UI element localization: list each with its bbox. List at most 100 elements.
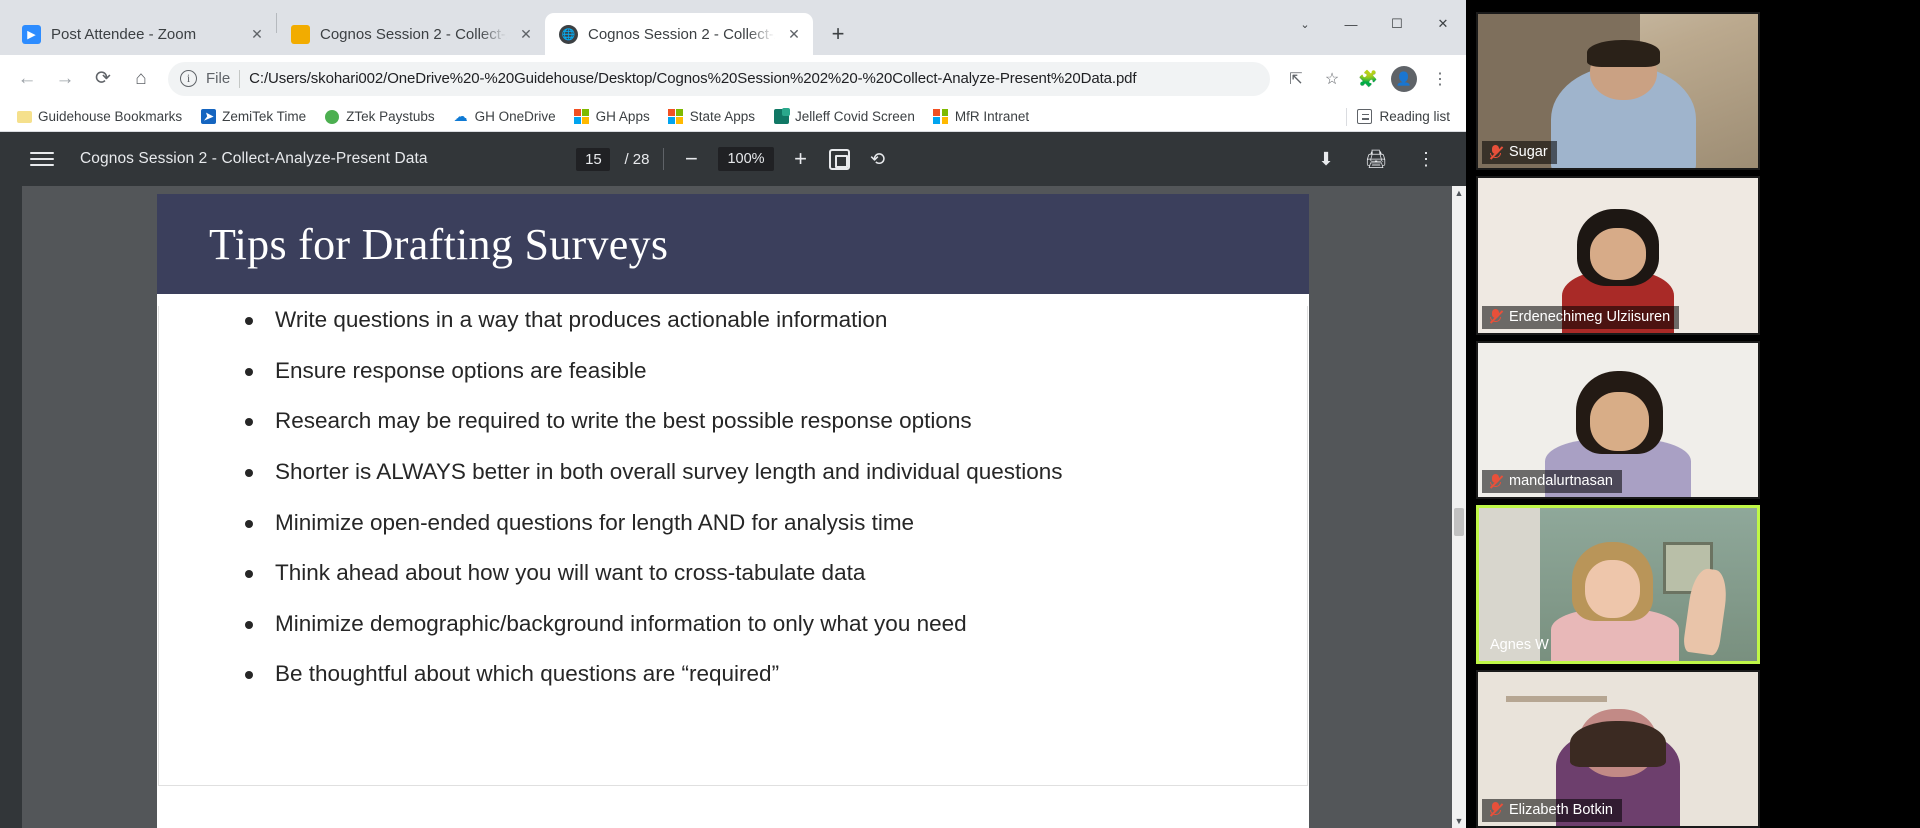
pdf-document-title: Cognos Session 2 - Collect-Analyze-Prese… (80, 150, 428, 167)
participant-tile-erdenechimeg-ulziisuren[interactable]: Erdenechimeg Ulziisuren (1476, 176, 1760, 335)
bookmark-jelleff-covid-screen[interactable]: Jelleff Covid Screen (765, 106, 923, 128)
bookmark-mfr-intranet[interactable]: MfR Intranet (925, 106, 1037, 128)
list-item: Ensure response options are feasible (211, 357, 1307, 385)
pdf-toolbar: Cognos Session 2 - Collect-Analyze-Prese… (0, 132, 1466, 186)
bookmark-zemitek-time[interactable]: ➤ ZemiTek Time (192, 106, 314, 128)
muted-microphone-icon (1489, 144, 1504, 160)
bullet-icon (245, 367, 253, 376)
zoom-out-button[interactable]: − (678, 146, 704, 172)
bookmark-label: MfR Intranet (954, 109, 1030, 124)
tab-title: Post Attendee - Zoom (51, 25, 197, 43)
page-title: Tips for Drafting Surveys (209, 219, 669, 269)
participant-name: Sugar (1509, 144, 1548, 161)
bookmark-gh-onedrive[interactable]: ☁ GH OneDrive (445, 106, 564, 128)
list-item: Be thoughtful about which questions are … (211, 660, 1307, 688)
bullet-icon (245, 468, 253, 477)
onedrive-cloud-icon: ☁ (453, 108, 468, 124)
pdf-scrollbar[interactable]: ▲ ▼ (1452, 186, 1466, 828)
participant-tile-elizabeth-botkin[interactable]: Elizabeth Botkin (1476, 669, 1760, 828)
bookmark-ztek-paystubs[interactable]: ZTek Paystubs (316, 106, 443, 128)
tab-cognos-session-2-active[interactable]: 🌐 Cognos Session 2 - Collect-Analy ✕ (545, 13, 813, 55)
muted-microphone-icon (1489, 309, 1504, 324)
zoom-in-button[interactable]: + (788, 146, 814, 172)
participant-name: Elizabeth Botkin (1509, 801, 1613, 818)
rotate-icon[interactable]: ⟲ (866, 147, 890, 171)
scroll-up-icon[interactable]: ▲ (1452, 186, 1466, 200)
participant-tile-mandalurtnasan[interactable]: mandalurtnasan (1476, 340, 1760, 500)
tab-post-attendee-zoom[interactable]: ▶ Post Attendee - Zoom ✕ (8, 13, 276, 55)
folder-icon (16, 109, 32, 125)
zoom-level-display[interactable]: 100% (718, 147, 774, 171)
microsoft-grid-icon (933, 109, 949, 125)
ztek-icon (324, 109, 340, 125)
close-icon[interactable]: ✕ (517, 25, 535, 43)
close-icon[interactable]: ✕ (785, 25, 803, 43)
puzzle-icon[interactable]: 🧩 (1352, 63, 1384, 95)
bookmark-label: State Apps (689, 109, 756, 124)
bullet-icon (245, 519, 253, 528)
participant-tile-agnes-w[interactable]: Agnes W (1476, 505, 1760, 664)
bullet-text: Write questions in a way that produces a… (275, 307, 888, 332)
close-window-button[interactable]: ✕ (1420, 4, 1466, 44)
profile-avatar-icon[interactable]: 👤 (1388, 63, 1420, 95)
bookmark-gh-apps[interactable]: GH Apps (566, 106, 658, 128)
bookmark-guidehouse-bookmarks[interactable]: Guidehouse Bookmarks (8, 106, 190, 128)
zemitek-icon: ➤ (200, 109, 216, 125)
reading-list-label: Reading list (1379, 109, 1450, 124)
minimize-button[interactable]: — (1328, 4, 1374, 44)
maximize-button[interactable]: ☐ (1374, 4, 1420, 44)
url-text: C:/Users/skohari002/OneDrive%20-%20Guide… (249, 70, 1137, 87)
share-icon[interactable]: ⇱ (1280, 63, 1312, 95)
address-bar-row: ← → ⟳ ⌂ i File C:/Users/skohari002/OneDr… (0, 55, 1466, 102)
scroll-down-icon[interactable]: ▼ (1452, 814, 1466, 828)
reload-icon[interactable]: ⟳ (86, 62, 120, 96)
hamburger-menu-icon[interactable] (30, 152, 54, 166)
bullet-text: Minimize demographic/background informat… (275, 610, 967, 636)
star-icon[interactable]: ☆ (1316, 63, 1348, 95)
participant-tile-sugar[interactable]: Sugar (1476, 12, 1760, 171)
zoom-participants-panel: Sugar Erdenechimeg Ulziisuren mandalurtn… (1466, 0, 1920, 828)
fit-to-page-icon[interactable] (828, 147, 852, 171)
participant-name-badge: Erdenechimeg Ulziisuren (1482, 305, 1680, 329)
muted-microphone-icon (1489, 802, 1504, 818)
bullet-icon (245, 317, 253, 325)
participant-name: Agnes W (1490, 636, 1549, 653)
page-total-label: / 28 (624, 150, 650, 168)
close-icon[interactable]: ✕ (248, 25, 266, 43)
pdf-icon (291, 24, 310, 44)
bookmark-label: Jelleff Covid Screen (795, 109, 915, 124)
reading-list-button[interactable]: Reading list (1357, 109, 1458, 124)
tab-cognos-session-2-pdf[interactable]: Cognos Session 2 - Collect-Analy ✕ (277, 13, 545, 55)
participant-name-badge: mandalurtnasan (1482, 470, 1622, 494)
download-icon[interactable]: ⬇ (1314, 147, 1338, 171)
bookmarks-divider (1346, 107, 1348, 126)
bullet-text: Minimize open-ended questions for length… (275, 509, 915, 535)
new-tab-button[interactable]: + (821, 17, 855, 51)
pdf-toolbar-right: ⬇ 🖨 ⋮ (1314, 147, 1452, 171)
site-info-icon[interactable]: i (180, 70, 197, 87)
microsoft-grid-icon (574, 109, 590, 125)
address-input[interactable]: i File C:/Users/skohari002/OneDrive%20-%… (168, 61, 1270, 96)
back-icon[interactable]: ← (10, 62, 44, 96)
page-number-input[interactable]: 15 (576, 147, 611, 171)
slide-title-band: Tips for Drafting Surveys (157, 194, 1309, 294)
bookmark-label: ZemiTek Time (222, 109, 307, 124)
bullet-icon (245, 620, 253, 629)
scrollbar-thumb[interactable] (1454, 508, 1464, 536)
kebab-menu-icon[interactable]: ⋮ (1414, 147, 1438, 171)
zoom-icon: ▶ (22, 24, 41, 44)
forward-icon[interactable]: → (48, 62, 82, 96)
tab-search-icon[interactable]: ⌄ (1282, 4, 1328, 44)
kebab-menu-icon[interactable]: ⋮ (1424, 63, 1456, 95)
chrome-browser-window: ▶ Post Attendee - Zoom ✕ Cognos Session … (0, 0, 1466, 828)
bookmark-label: GH OneDrive (474, 109, 556, 124)
print-icon[interactable]: 🖨 (1364, 147, 1388, 171)
participant-name: mandalurtnasan (1509, 473, 1613, 490)
bookmark-state-apps[interactable]: State Apps (660, 106, 763, 128)
list-item: Shorter is ALWAYS better in both overall… (211, 458, 1307, 486)
bookmark-label: Guidehouse Bookmarks (38, 109, 183, 124)
bullet-text: Be thoughtful about which questions are … (275, 661, 780, 687)
home-icon[interactable]: ⌂ (124, 62, 158, 96)
pdf-viewport[interactable]: Tips for Drafting Surveys Write question… (0, 186, 1466, 828)
bullet-text: Research may be required to write the be… (275, 408, 972, 434)
